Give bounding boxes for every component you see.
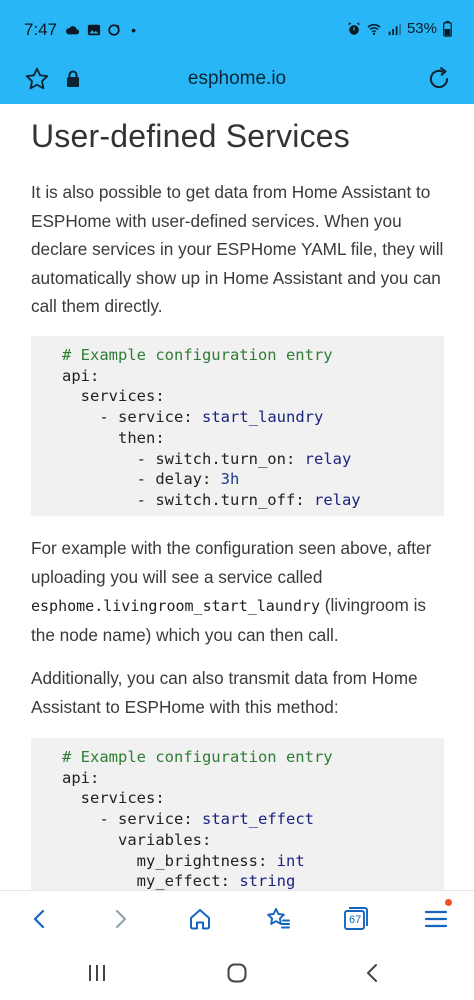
code-item2-value: 3h — [220, 470, 240, 489]
sync-icon — [108, 24, 120, 36]
signal-icon — [388, 23, 401, 35]
battery-percent: 53% — [406, 20, 437, 37]
code2-services: services — [80, 789, 156, 808]
back-nav-icon[interactable] — [362, 962, 384, 984]
gallery-icon — [87, 24, 101, 36]
bookmarks-icon[interactable] — [264, 905, 292, 933]
code-api: api — [62, 366, 90, 385]
code-block-laundry: # Example configuration entry api: servi… — [31, 336, 444, 516]
code2-api: api — [62, 768, 90, 787]
code-item3-value: relay — [313, 490, 361, 509]
code2-service-key: service — [118, 810, 184, 829]
cloud-icon — [66, 26, 80, 35]
battery-icon — [443, 20, 452, 37]
code-block-laundry-pre: # Example configuration entry api: servi… — [62, 346, 361, 509]
tab-count: 67 — [349, 914, 362, 926]
code-then: then — [118, 428, 156, 447]
notification-dot — [445, 899, 452, 906]
inline-code-service: esphome.livingroom_start_laundry — [31, 597, 320, 615]
code2-var1-key: my_brightness — [136, 851, 258, 870]
code2-var2-key: my_effect — [136, 872, 221, 890]
code2-variables: variables — [118, 830, 202, 849]
transmit-paragraph: Additionally, you can also transmit data… — [31, 668, 418, 717]
status-bar: 7:47 • 53% — [0, 0, 474, 56]
status-right: 53% — [347, 20, 452, 37]
wifi-icon — [367, 23, 381, 35]
code2-var2-value: string — [239, 872, 296, 890]
browser-url-bar: esphome.io — [0, 56, 474, 104]
code-comment: # Example configuration entry — [62, 346, 333, 364]
page-content: User-defined Services It is also possibl… — [0, 104, 474, 890]
recents-icon[interactable] — [86, 962, 108, 984]
menu-icon[interactable] — [422, 899, 452, 933]
android-nav-bar — [0, 946, 474, 1000]
example-paragraph: For example with the configuration seen … — [31, 534, 451, 649]
status-left: 7:47 • — [24, 20, 136, 40]
status-dot: • — [131, 22, 136, 38]
tabs-icon[interactable]: 67 — [342, 905, 370, 933]
browser-toolbar: 67 — [0, 890, 474, 947]
code2-comment: # Example configuration entry — [62, 748, 333, 766]
url-text[interactable]: esphome.io — [0, 68, 474, 90]
alarm-icon — [348, 21, 360, 35]
code-service-key: service — [118, 408, 184, 427]
hamburger-icon — [424, 910, 448, 928]
code-services: services — [80, 387, 156, 406]
example-text-before: For example with the configuration seen … — [31, 538, 432, 587]
code-block-effect-pre: # Example configuration entry api: servi… — [62, 748, 333, 890]
back-icon[interactable] — [26, 905, 54, 933]
reload-icon[interactable] — [426, 66, 452, 92]
code2-var1-value: int — [276, 851, 305, 870]
status-time: 7:47 — [24, 20, 58, 39]
intro-paragraph: It is also possible to get data from Hom… — [31, 182, 444, 316]
forward-icon[interactable] — [106, 905, 134, 933]
code2-service-value: start_effect — [202, 810, 314, 829]
code-item2-key: delay — [155, 470, 202, 489]
home-nav-icon[interactable] — [226, 962, 248, 984]
code-block-effect: # Example configuration entry api: servi… — [31, 738, 444, 890]
home-icon[interactable] — [186, 905, 214, 933]
code-item1-key: switch.turn_on — [155, 449, 286, 468]
code-item1-value: relay — [304, 449, 352, 468]
code-item3-key: switch.turn_off — [155, 490, 296, 509]
section-heading: User-defined Services — [31, 118, 350, 154]
code-service-value: start_laundry — [202, 408, 324, 427]
